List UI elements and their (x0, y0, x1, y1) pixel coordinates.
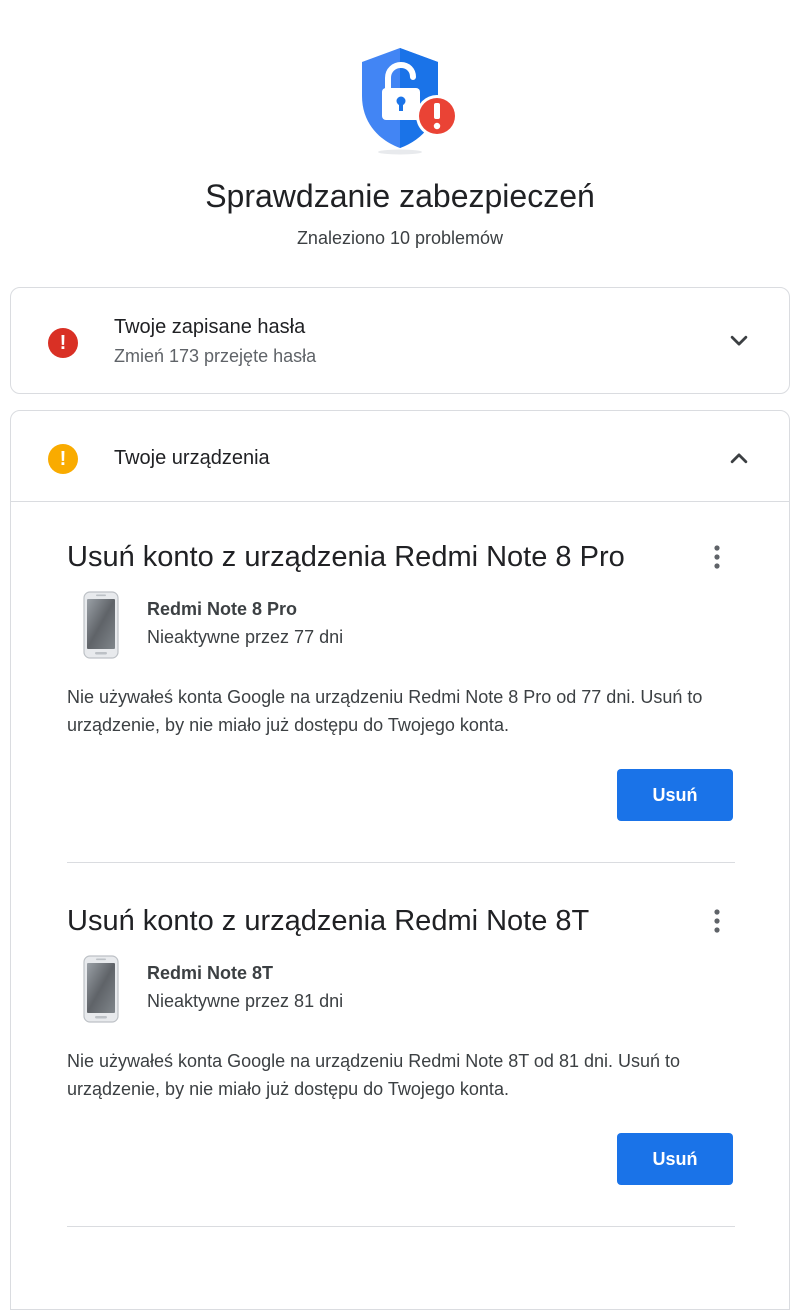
device-name: Redmi Note 8T (147, 963, 274, 983)
device-name: Redmi Note 8 Pro (147, 599, 298, 619)
page-subtitle: Znaleziono 10 problemów (296, 228, 504, 248)
phone-icon (83, 591, 119, 659)
devices-header-divider (11, 501, 789, 502)
section-divider (67, 1226, 735, 1227)
device-item: Usuń konto z urządzenia Redmi Note 8 Pro… (67, 539, 735, 869)
saved-passwords-title: Twoje zapisane hasła (114, 316, 306, 338)
shield-lock-alert-icon (362, 48, 458, 155)
device-status: Nieaktywne przez 81 dni (147, 991, 344, 1011)
section-divider (67, 862, 735, 863)
more-options-icon[interactable] (699, 903, 735, 939)
device-status: Nieaktywne przez 77 dni (147, 627, 344, 647)
saved-passwords-subtitle: Zmień 173 przejęte hasła (114, 346, 317, 366)
more-options-icon[interactable] (699, 539, 735, 575)
page-title: Sprawdzanie zabezpieczeń (205, 178, 595, 214)
phone-icon (83, 955, 119, 1023)
devices-card: ! Twoje urządzenia Usuń konto z urządzen… (10, 410, 790, 1310)
error-icon: ! (48, 328, 78, 358)
chevron-down-icon[interactable] (724, 326, 754, 356)
device-heading: Usuń konto z urządzenia Redmi Note 8 Pro (67, 541, 625, 573)
device-description: Nie używałeś konta Google na urządzeniu … (67, 687, 703, 735)
chevron-up-icon[interactable] (724, 443, 754, 473)
remove-device-button[interactable]: Usuń (617, 769, 733, 821)
warning-icon: ! (48, 444, 78, 474)
device-description: Nie używałeś konta Google na urządzeniu … (67, 1051, 681, 1099)
saved-passwords-card[interactable]: ! Twoje zapisane hasła Zmień 173 przejęt… (10, 287, 790, 394)
device-item: Usuń konto z urządzenia Redmi Note 8T Re… (67, 903, 735, 1233)
devices-card-header[interactable]: ! Twoje urządzenia (11, 411, 789, 501)
devices-title: Twoje urządzenia (114, 447, 270, 469)
device-heading: Usuń konto z urządzenia Redmi Note 8T (67, 905, 590, 937)
remove-device-button[interactable]: Usuń (617, 1133, 733, 1185)
